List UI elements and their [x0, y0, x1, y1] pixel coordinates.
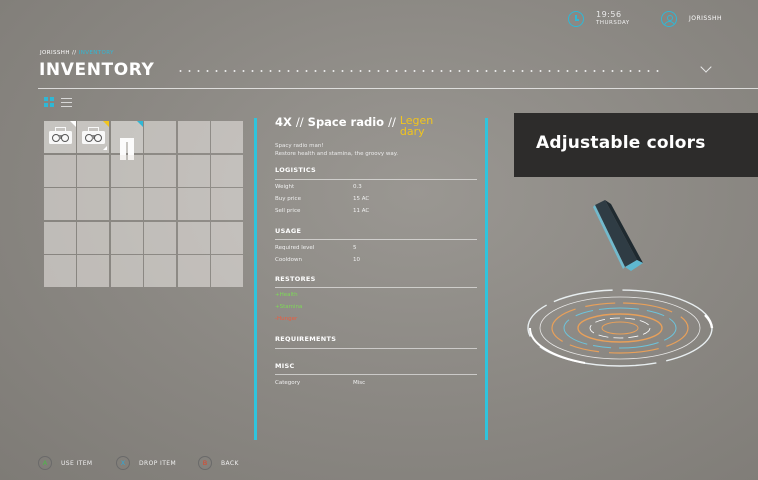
- grid-view-icon[interactable]: [44, 97, 54, 107]
- inventory-slot[interactable]: [44, 154, 76, 187]
- stat-label: Weight: [275, 184, 295, 190]
- restore-health: +Health: [275, 292, 298, 298]
- radio-icon: [49, 127, 72, 144]
- inventory-slot[interactable]: [144, 121, 177, 153]
- inventory-slot[interactable]: [177, 121, 210, 153]
- user-icon[interactable]: [661, 11, 677, 27]
- clock-day: THURSDAY: [596, 20, 630, 26]
- username[interactable]: JORISSHH: [689, 15, 722, 22]
- section-usage-title: USAGE: [275, 227, 302, 235]
- section-restores-title: RESTORES: [275, 275, 316, 283]
- section-misc-title: MISC: [275, 362, 295, 370]
- inventory-slot[interactable]: [211, 154, 243, 187]
- inventory-slot[interactable]: [144, 221, 177, 254]
- item-preview-hologram[interactable]: [525, 195, 725, 370]
- inventory-slot[interactable]: [144, 255, 177, 287]
- inventory-slot[interactable]: [44, 188, 76, 220]
- detail-border-right: [485, 118, 488, 440]
- restore-stamina: +Stamina: [275, 304, 303, 310]
- inventory-slot[interactable]: [177, 255, 210, 287]
- description-line: Restore health and stamina, the groovy w…: [275, 151, 398, 157]
- detail-border-left: [254, 118, 257, 440]
- inventory-slot[interactable]: [110, 188, 143, 220]
- inventory-slot[interactable]: [77, 188, 110, 220]
- inventory-slot[interactable]: [44, 121, 76, 153]
- inventory-slot[interactable]: [77, 221, 110, 254]
- back-button[interactable]: BACK: [221, 460, 239, 467]
- rarity-corner: [136, 121, 143, 127]
- restore-hunger: -Hunger: [275, 316, 298, 322]
- stat-label: Category: [275, 380, 301, 386]
- use-item-button[interactable]: USE ITEM: [61, 460, 93, 467]
- item-name: Space radio: [307, 115, 385, 129]
- item-quantity: 4X: [275, 115, 292, 129]
- item-title: 4X // Space radio // Legen dary: [275, 115, 475, 137]
- inventory-slot[interactable]: [177, 221, 210, 254]
- stat-value: 11 AC: [353, 208, 370, 214]
- inventory-slot[interactable]: [211, 221, 243, 254]
- stat-value: Misc: [353, 380, 366, 386]
- inventory-slot[interactable]: [110, 255, 143, 287]
- section-divider: [275, 239, 477, 240]
- rarity-corner: [69, 121, 76, 127]
- inventory-slot[interactable]: [211, 121, 243, 153]
- inventory-slot[interactable]: [177, 188, 210, 220]
- clock-icon: [568, 11, 584, 27]
- page-title: INVENTORY: [39, 60, 155, 80]
- stack-indicator-icon: [103, 146, 108, 150]
- rarity-corner: [103, 121, 110, 127]
- drop-item-button[interactable]: DROP ITEM: [139, 460, 176, 467]
- stat-value: 5: [353, 245, 357, 251]
- inventory-grid: [44, 121, 243, 287]
- back-key-b[interactable]: B: [198, 456, 212, 470]
- inventory-slot[interactable]: [211, 188, 243, 220]
- drop-item-key-x[interactable]: X: [116, 456, 130, 470]
- description-line: Spacy radio man!: [275, 143, 324, 149]
- title-separator: //: [388, 115, 396, 129]
- item-description: Spacy radio man! Restore health and stam…: [275, 142, 398, 158]
- section-divider: [275, 374, 477, 375]
- breadcrumb-current: INVENTORY: [78, 50, 114, 56]
- section-logistics-title: LOGISTICS: [275, 166, 316, 174]
- inventory-slot[interactable]: [77, 255, 110, 287]
- inventory-slot[interactable]: [77, 154, 110, 187]
- clock-time: 19:56: [596, 10, 622, 19]
- breadcrumb-separator: //: [69, 50, 79, 56]
- section-divider: [275, 287, 477, 288]
- stat-value: 0.3: [353, 184, 362, 190]
- chevron-down-icon[interactable]: [700, 61, 712, 73]
- stat-value: 10: [353, 257, 360, 263]
- stat-value: 15 AC: [353, 196, 370, 202]
- inventory-slot[interactable]: [110, 221, 143, 254]
- inventory-slot[interactable]: [110, 121, 143, 160]
- section-divider: [275, 179, 477, 180]
- inventory-slot[interactable]: [211, 255, 243, 287]
- list-view-icon[interactable]: [61, 98, 72, 107]
- inventory-slot[interactable]: [77, 121, 110, 153]
- inventory-slot[interactable]: [144, 154, 177, 187]
- dotted-divider: [176, 70, 664, 72]
- stat-label: Sell price: [275, 208, 301, 214]
- inventory-slot[interactable]: [44, 255, 76, 287]
- breadcrumb-root[interactable]: JORISSHH: [40, 50, 70, 56]
- stat-label: Cooldown: [275, 257, 302, 263]
- radio-3d-icon: [593, 200, 643, 271]
- stat-label: Buy price: [275, 196, 301, 202]
- inventory-slot[interactable]: [44, 221, 76, 254]
- item-rarity: Legen dary: [399, 114, 434, 138]
- inventory-slot[interactable]: [110, 154, 143, 187]
- stat-label: Required level: [275, 245, 315, 251]
- use-item-key-a[interactable]: A: [38, 456, 52, 470]
- promo-text: Adjustable colors: [536, 133, 706, 153]
- radio-icon: [82, 127, 106, 144]
- header-divider: [38, 88, 758, 89]
- section-divider: [275, 348, 477, 349]
- inventory-slot[interactable]: [177, 154, 210, 187]
- inventory-slot[interactable]: [144, 188, 177, 220]
- breadcrumb: JORISSHH // INVENTORY: [40, 50, 114, 56]
- title-separator: //: [295, 115, 304, 129]
- section-requirements-title: REQUIREMENTS: [275, 335, 337, 343]
